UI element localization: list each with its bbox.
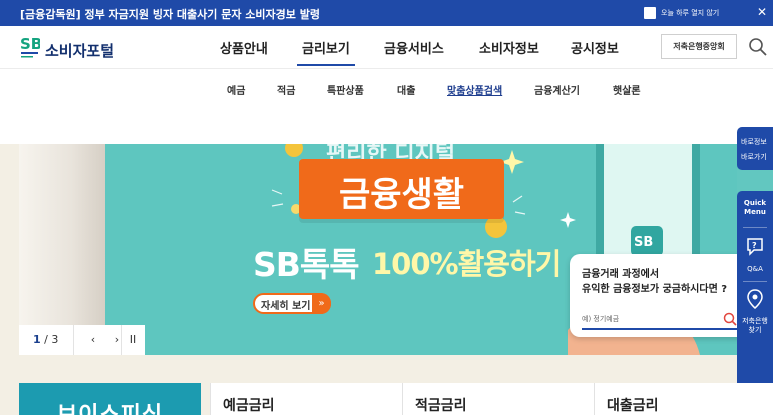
- quick-search-input[interactable]: [582, 310, 742, 330]
- close-icon[interactable]: ✕: [757, 5, 767, 19]
- nav-disclosure[interactable]: 공시정보: [571, 38, 619, 57]
- nav-financial-services[interactable]: 금융서비스: [384, 38, 444, 57]
- divider: [743, 227, 767, 228]
- slide-current: 1: [33, 333, 41, 346]
- alert-bar: [금융감독원] 정부 자금지원 빙자 대출사기 문자 소비자경보 발령 오늘 하…: [0, 0, 773, 26]
- qa-chat-icon[interactable]: ?: [746, 237, 764, 257]
- divider: [743, 281, 767, 282]
- hero-title-main: SB톡톡: [253, 245, 360, 284]
- pause-icon[interactable]: II: [121, 325, 145, 355]
- qa-label[interactable]: Q&A: [737, 265, 773, 274]
- subnav-custom-search[interactable]: 맞춤상품검색: [447, 82, 502, 97]
- promo-box[interactable]: 보이스피싱: [19, 383, 201, 415]
- dismiss-today-checkbox[interactable]: [644, 7, 656, 19]
- chevron-left-icon[interactable]: ‹: [81, 325, 105, 355]
- quick-search-heading-line2: 유익한 금융정보가 궁금하시다면 ?: [582, 284, 728, 295]
- slide-total: 3: [51, 333, 59, 346]
- location-pin-icon[interactable]: [746, 289, 764, 309]
- nav-rates[interactable]: 금리보기: [302, 38, 350, 57]
- subnav-calculator[interactable]: 금융계산기: [534, 82, 580, 97]
- nav-product-info[interactable]: 상품안내: [220, 38, 268, 57]
- subnav-loans[interactable]: 대출: [397, 82, 415, 97]
- dismiss-today-label[interactable]: 오늘 하루 열지 않기: [661, 8, 719, 18]
- quick-menu-title: Quick Menu: [743, 199, 767, 216]
- hero-title-sub: 100%활용하기: [372, 247, 561, 281]
- quick-search-heading-line1: 금융거래 과정에서: [582, 269, 660, 280]
- active-nav-indicator: [297, 64, 355, 66]
- search-icon[interactable]: [748, 37, 768, 57]
- hero-badge: 금융생활: [299, 159, 504, 219]
- hero-badge-text: 금융생활: [338, 175, 465, 215]
- sub-navigation: 예금 적금 특판상품 대출 맞춤상품검색 금융계산기 햇살론: [0, 68, 773, 144]
- logo-text: 소비자포털: [45, 42, 115, 60]
- rate-card-loan[interactable]: 대출금리: [594, 383, 773, 415]
- rate-card-title: 적금금리: [415, 398, 467, 414]
- promo-text: 보이스피싱: [19, 397, 201, 415]
- subnav-sunshine-loan[interactable]: 햇살론: [613, 82, 641, 97]
- detail-button[interactable]: 자세히 보기 »: [253, 293, 331, 314]
- detail-button-label: 자세히 보기: [261, 301, 311, 312]
- header: SB 소비자포털 상품안내 금리보기 금융서비스 소비자정보 공시정보 저축은행…: [0, 26, 773, 68]
- rate-card-deposit[interactable]: 예금금리: [210, 383, 402, 415]
- sb-logo-icon: SB: [20, 35, 40, 58]
- slider-controls: 1 / 3 ‹ › II: [19, 325, 145, 355]
- quick-menu: Quick Menu ? Q&A 저축은행 찾기: [737, 191, 773, 399]
- slide-separator: /: [40, 333, 52, 346]
- side-shortcut-line2: 바로가기: [741, 153, 767, 161]
- slide-counter: 1 / 3: [33, 333, 58, 346]
- subnav-savings[interactable]: 적금: [277, 82, 295, 97]
- bottom-section: 보이스피싱 예금금리 적금금리 대출금리: [0, 383, 773, 415]
- rate-card-title: 예금금리: [223, 398, 275, 414]
- divider: [73, 325, 74, 355]
- alert-text[interactable]: [금융감독원] 정부 자금지원 빙자 대출사기 문자 소비자경보 발령: [20, 6, 320, 22]
- branch-finder-label[interactable]: 저축은행 찾기: [737, 317, 773, 335]
- subnav-deposit[interactable]: 예금: [227, 82, 245, 97]
- side-shortcut-line1: 바로정보: [741, 138, 767, 146]
- hero-prev-slide-preview: [19, 144, 105, 325]
- svg-text:?: ?: [752, 241, 757, 250]
- nav-consumer-info[interactable]: 소비자정보: [479, 38, 539, 57]
- double-chevron-right-icon: »: [312, 293, 331, 314]
- rate-card-title: 대출금리: [607, 398, 659, 414]
- rate-card-savings[interactable]: 적금금리: [402, 383, 594, 415]
- search-icon[interactable]: [723, 312, 737, 326]
- association-button[interactable]: 저축은행중앙회: [661, 34, 737, 59]
- subnav-special-products[interactable]: 특판상품: [327, 82, 364, 97]
- svg-text:SB: SB: [20, 35, 40, 53]
- side-shortcut[interactable]: 바로정보 바로가기: [737, 127, 773, 170]
